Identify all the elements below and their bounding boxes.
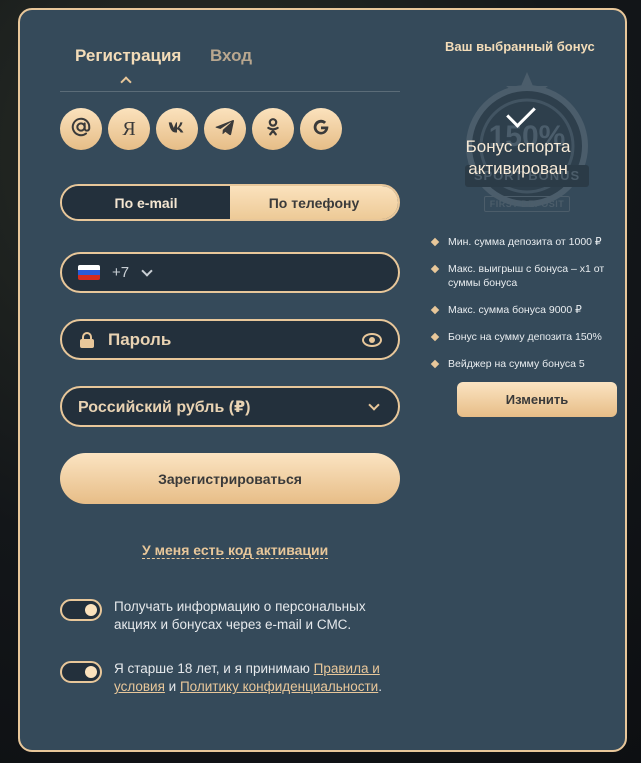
- phone-input[interactable]: [151, 254, 398, 291]
- badge-first-deposit: FIRST DEPOSIT: [484, 196, 570, 212]
- list-item: Макс. выигрыш с бонуса – x1 от суммы бон…: [430, 262, 617, 290]
- tab-register[interactable]: Регистрация: [75, 46, 181, 66]
- password-field: [60, 319, 400, 360]
- social-telegram-button[interactable]: [204, 108, 246, 150]
- phone-country-code[interactable]: +7: [112, 264, 129, 281]
- list-item-text: Макс. выигрыш с бонуса – x1 от суммы бон…: [448, 263, 605, 289]
- age-terms-prefix: Я старше 18 лет, и я принимаю: [114, 661, 314, 676]
- promo-consent-toggle[interactable]: [60, 599, 102, 621]
- google-icon: [310, 116, 332, 143]
- age-terms-toggle[interactable]: [60, 661, 102, 683]
- russia-flag-icon[interactable]: [78, 265, 100, 280]
- activation-code-link[interactable]: У меня есть код активации: [142, 542, 329, 559]
- at-sign-icon: [70, 116, 92, 143]
- social-google-button[interactable]: [300, 108, 342, 150]
- age-terms-and: и: [164, 679, 180, 694]
- password-input[interactable]: [94, 321, 362, 358]
- phone-field: +7: [60, 252, 400, 293]
- chevron-down-icon: [368, 398, 380, 411]
- age-terms-dot: .: [378, 679, 382, 694]
- privacy-link[interactable]: Политику конфиденциальности: [180, 679, 378, 694]
- diamond-bullet-icon: [430, 359, 440, 369]
- registration-modal: Регистрация Вход Я По e-mail По телефону…: [18, 8, 627, 752]
- bonus-conditions-list: Мин. сумма депозита от 1000 ₽ Макс. выиг…: [430, 235, 617, 384]
- telegram-icon: [214, 116, 236, 143]
- register-button[interactable]: Зарегистрироваться: [60, 453, 400, 504]
- social-login-row: Я: [60, 108, 342, 150]
- age-terms-text: Я старше 18 лет, и я принимаю Правила и …: [114, 660, 400, 696]
- bonus-title: Ваш выбранный бонус: [445, 39, 595, 54]
- change-bonus-button[interactable]: Изменить: [457, 382, 617, 417]
- currency-select[interactable]: Российский рубль (₽): [60, 386, 400, 427]
- registration-method-toggle: По e-mail По телефону: [60, 184, 400, 221]
- list-item-text: Макс. сумма бонуса 9000 ₽: [448, 304, 582, 316]
- list-item: Вейджер на сумму бонуса 5: [430, 357, 617, 371]
- age-terms-consent: Я старше 18 лет, и я принимаю Правила и …: [60, 660, 400, 696]
- odnoklassniki-icon: [262, 116, 284, 143]
- social-odnoklassniki-button[interactable]: [252, 108, 294, 150]
- lock-icon: [80, 331, 94, 348]
- diamond-bullet-icon: [430, 264, 440, 274]
- list-item: Бонус на сумму депозита 150%: [430, 330, 617, 344]
- yandex-icon: Я: [122, 117, 136, 140]
- currency-selected-value: Российский рубль (₽): [78, 398, 251, 416]
- diamond-bullet-icon: [430, 305, 440, 315]
- list-item-text: Мин. сумма депозита от 1000 ₽: [448, 236, 602, 248]
- vk-icon: [166, 116, 188, 143]
- list-item-text: Бонус на сумму депозита 150%: [448, 331, 602, 343]
- auth-tabs: Регистрация Вход: [60, 42, 400, 92]
- promo-consent: Получать информацию о персональных акция…: [60, 598, 400, 634]
- active-tab-indicator: [120, 76, 132, 88]
- social-vk-button[interactable]: [156, 108, 198, 150]
- bonus-status-line1: Бонус спорта: [465, 137, 571, 156]
- method-phone-option[interactable]: По телефону: [230, 186, 398, 219]
- promo-consent-text: Получать информацию о персональных акция…: [114, 599, 366, 632]
- eye-icon[interactable]: [362, 332, 382, 347]
- social-yandex-button[interactable]: Я: [108, 108, 150, 150]
- list-item: Мин. сумма депозита от 1000 ₽: [430, 235, 617, 249]
- diamond-bullet-icon: [430, 237, 440, 247]
- tab-login[interactable]: Вход: [210, 46, 252, 66]
- bonus-status-line2: активирован: [468, 159, 568, 178]
- method-email-option[interactable]: По e-mail: [62, 186, 230, 219]
- list-item-text: Вейджер на сумму бонуса 5: [448, 358, 585, 370]
- list-item: Макс. сумма бонуса 9000 ₽: [430, 303, 617, 317]
- social-email-button[interactable]: [60, 108, 102, 150]
- diamond-bullet-icon: [430, 332, 440, 342]
